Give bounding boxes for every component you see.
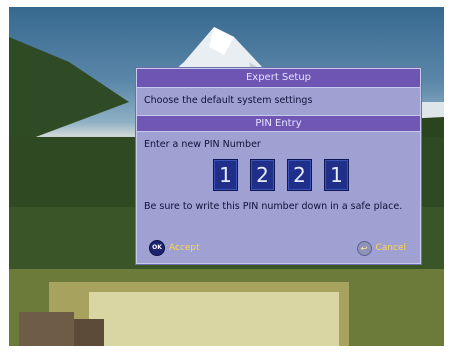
back-arrow-icon: ↩ (356, 240, 372, 256)
pin-input[interactable]: 1 2 2 1 (213, 159, 349, 191)
cancel-label: Cancel (375, 243, 407, 253)
dialog-title: Expert Setup (137, 69, 420, 88)
pin-entry-dialog: Expert Setup Choose the default system s… (136, 68, 421, 264)
pin-digit-3[interactable]: 2 (287, 159, 312, 191)
pin-digit-1[interactable]: 1 (213, 159, 238, 191)
pin-warning-note: Be sure to write this PIN number down in… (144, 201, 403, 212)
dialog-subtitle: Choose the default system settings (144, 95, 313, 106)
pin-prompt: Enter a new PIN Number (144, 139, 261, 150)
cancel-button[interactable]: ↩ Cancel (356, 240, 407, 256)
ok-button-icon: OK (149, 240, 165, 256)
accept-label: Accept (169, 243, 200, 253)
accept-button[interactable]: OK Accept (149, 240, 200, 256)
pin-digit-4[interactable]: 1 (324, 159, 349, 191)
section-title: PIN Entry (137, 115, 420, 132)
pin-digit-2[interactable]: 2 (250, 159, 275, 191)
